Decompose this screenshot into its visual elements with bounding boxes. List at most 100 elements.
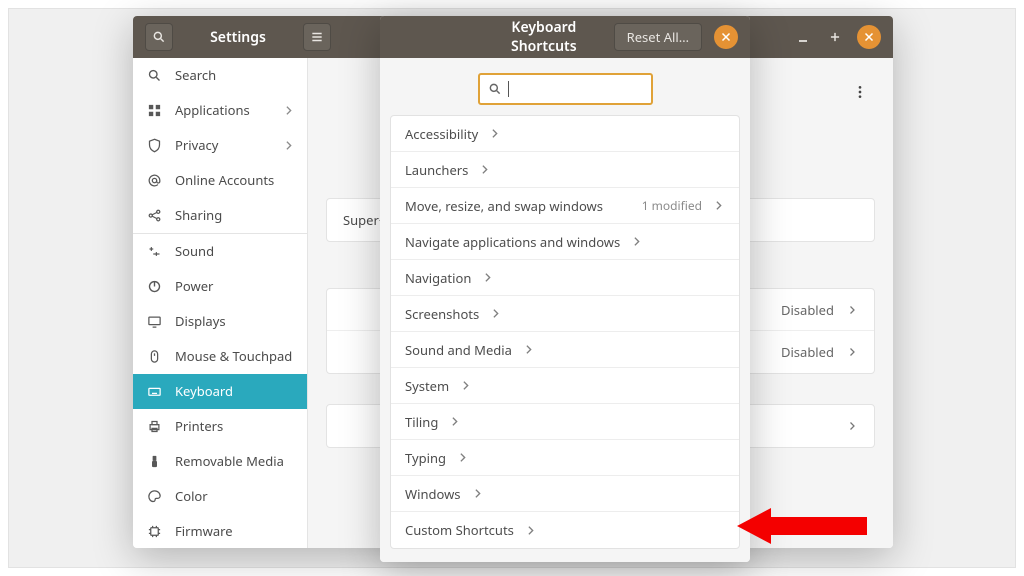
- text-cursor: [508, 81, 509, 97]
- kebab-menu-button[interactable]: [845, 77, 875, 107]
- category-label: Navigation: [405, 269, 471, 287]
- category-label: Typing: [405, 449, 446, 467]
- category-label: Tiling: [405, 413, 438, 431]
- close-button[interactable]: [714, 25, 738, 49]
- shortcut-category-screenshots[interactable]: Screenshots: [391, 296, 739, 332]
- search-toggle-button[interactable]: [145, 23, 173, 51]
- category-label: Screenshots: [405, 305, 479, 323]
- sidebar-item-privacy[interactable]: Privacy: [133, 128, 307, 163]
- shortcut-category-launchers[interactable]: Launchers: [391, 152, 739, 188]
- sidebar-item-label: Privacy: [175, 136, 218, 154]
- sidebar-item-label: Removable Media: [175, 452, 284, 470]
- chevron-right-icon: [522, 343, 535, 356]
- category-label: Launchers: [405, 161, 468, 179]
- category-meta: 1 modified: [642, 197, 702, 214]
- chevron-right-icon: [478, 163, 491, 176]
- shortcut-category-windows[interactable]: Windows: [391, 476, 739, 512]
- chevron-right-icon: [489, 307, 502, 320]
- sidebar-item-label: Printers: [175, 417, 223, 435]
- firmware-icon: [145, 524, 163, 539]
- search-icon: [488, 82, 502, 96]
- shortcut-category-tiling[interactable]: Tiling: [391, 404, 739, 440]
- chevron-right-icon: [712, 199, 725, 212]
- category-label: Windows: [405, 485, 461, 503]
- settings-sidebar: Search Applications Privacy Online Accounts…: [133, 58, 308, 548]
- sidebar-item-label: Keyboard: [175, 382, 233, 400]
- sidebar-item-label: Power: [175, 277, 213, 295]
- shortcut-category-move-resize-and-swap-windows[interactable]: Move, resize, and swap windows 1 modified: [391, 188, 739, 224]
- chevron-right-icon: [448, 415, 461, 428]
- shortcut-categories-list: Accessibility Launchers Move, resize, and …: [390, 115, 740, 549]
- chevron-right-icon: [471, 487, 484, 500]
- chevron-right-icon: [524, 524, 537, 537]
- sidebar-item-label: Displays: [175, 312, 226, 330]
- sidebar-item-label: Search: [175, 66, 216, 84]
- desktop-surface: Settings Search Applications Privacy Online…: [8, 8, 1016, 568]
- printer-icon: [145, 419, 163, 434]
- shortcuts-titlebar: Keyboard Shortcuts Reset All…: [380, 16, 750, 58]
- sidebar-item-sound[interactable]: Sound: [133, 234, 307, 269]
- shortcut-search-input[interactable]: [478, 73, 653, 105]
- chevron-right-icon: [282, 139, 295, 152]
- category-label: Custom Shortcuts: [405, 521, 514, 539]
- keyboard-icon: [145, 384, 163, 399]
- sidebar-item-label: Color: [175, 487, 208, 505]
- chevron-right-icon: [481, 271, 494, 284]
- sound-icon: [145, 244, 163, 259]
- sidebar-item-firmware[interactable]: Firmware: [133, 514, 307, 548]
- power-icon: [145, 279, 163, 294]
- sidebar-item-power[interactable]: Power: [133, 269, 307, 304]
- shield-icon: [145, 138, 163, 153]
- shortcut-category-system[interactable]: System: [391, 368, 739, 404]
- sidebar-item-printers[interactable]: Printers: [133, 409, 307, 444]
- sidebar-item-search[interactable]: Search: [133, 58, 307, 93]
- sidebar-item-keyboard[interactable]: Keyboard: [133, 374, 307, 409]
- row-value: Disabled: [781, 301, 834, 319]
- apps-icon: [145, 103, 163, 118]
- shortcut-category-accessibility[interactable]: Accessibility: [391, 116, 739, 152]
- sidebar-item-label: Mouse & Touchpad: [175, 347, 292, 365]
- mouse-icon: [145, 349, 163, 364]
- row-value: Disabled: [781, 343, 834, 361]
- shortcut-category-custom-shortcuts[interactable]: Custom Shortcuts: [391, 512, 739, 548]
- sidebar-item-sharing[interactable]: Sharing: [133, 198, 307, 233]
- chevron-right-icon: [846, 304, 858, 316]
- sidebar-item-removable-media[interactable]: Removable Media: [133, 444, 307, 479]
- display-icon: [145, 314, 163, 329]
- sidebar-item-label: Sound: [175, 242, 214, 260]
- close-button[interactable]: [857, 25, 881, 49]
- reset-all-button[interactable]: Reset All…: [614, 23, 702, 51]
- sidebar-item-online-accounts[interactable]: Online Accounts: [133, 163, 307, 198]
- sidebar-item-label: Applications: [175, 101, 250, 119]
- sidebar-item-label: Firmware: [175, 522, 233, 540]
- shortcut-category-navigation[interactable]: Navigation: [391, 260, 739, 296]
- hamburger-menu-button[interactable]: [303, 23, 331, 51]
- chevron-right-icon: [459, 379, 472, 392]
- usb-icon: [145, 454, 163, 469]
- category-label: Navigate applications and windows: [405, 233, 620, 251]
- sidebar-item-mouse-touchpad[interactable]: Mouse & Touchpad: [133, 339, 307, 374]
- sidebar-item-displays[interactable]: Displays: [133, 304, 307, 339]
- category-label: Sound and Media: [405, 341, 512, 359]
- color-icon: [145, 489, 163, 504]
- sidebar-item-label: Sharing: [175, 206, 222, 224]
- shortcut-category-typing[interactable]: Typing: [391, 440, 739, 476]
- chevron-right-icon: [282, 104, 295, 117]
- chevron-right-icon: [846, 420, 858, 432]
- shortcut-category-sound-and-media[interactable]: Sound and Media: [391, 332, 739, 368]
- sidebar-item-applications[interactable]: Applications: [133, 93, 307, 128]
- at-icon: [145, 173, 163, 188]
- chevron-right-icon: [630, 235, 643, 248]
- sidebar-item-color[interactable]: Color: [133, 479, 307, 514]
- maximize-button[interactable]: [822, 24, 848, 50]
- minimize-button[interactable]: [790, 24, 816, 50]
- shortcut-category-navigate-applications-and-windows[interactable]: Navigate applications and windows: [391, 224, 739, 260]
- category-label: Move, resize, and swap windows: [405, 197, 603, 215]
- shortcuts-title: Keyboard Shortcuts: [480, 18, 608, 56]
- search-icon: [145, 68, 163, 83]
- chevron-right-icon: [846, 346, 858, 358]
- settings-title: Settings: [179, 28, 297, 47]
- chevron-right-icon: [488, 127, 501, 140]
- category-label: Accessibility: [405, 125, 478, 143]
- category-label: System: [405, 377, 449, 395]
